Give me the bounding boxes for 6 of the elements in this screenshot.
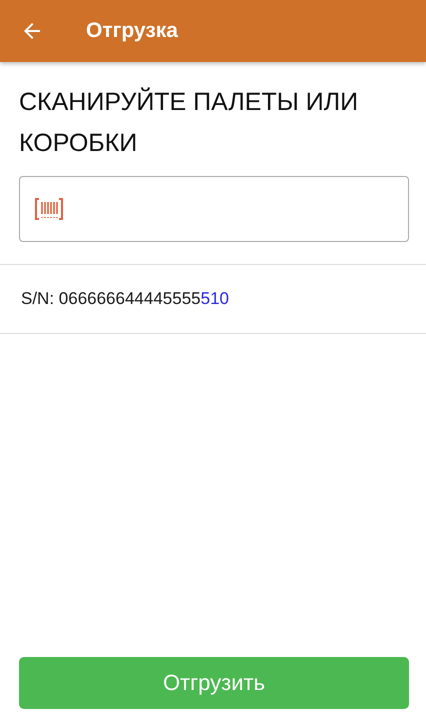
serial-number: S/N: 066666644445555510 bbox=[21, 289, 229, 309]
scan-prompt: СКАНИРУЙТЕ ПАЛЕТЫ ИЛИ КОРОБКИ bbox=[19, 86, 360, 159]
barcode-icon bbox=[34, 197, 64, 221]
scan-field[interactable] bbox=[19, 176, 409, 242]
screen-title: Отгрузка bbox=[86, 19, 178, 43]
ship-button[interactable]: Отгрузить bbox=[19, 657, 409, 709]
